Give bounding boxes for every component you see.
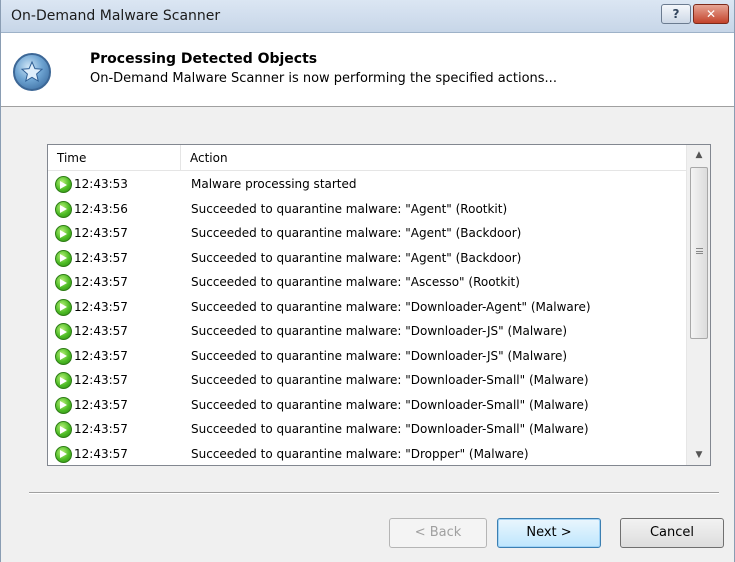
row-time: 12:43:57 xyxy=(74,226,128,240)
row-time: 12:43:56 xyxy=(74,201,128,216)
next-button[interactable]: Next > xyxy=(497,518,601,548)
green-arrow-icon xyxy=(55,396,72,414)
green-arrow-icon xyxy=(55,298,72,316)
column-header-action[interactable]: Action xyxy=(190,151,228,165)
list-item[interactable]: 12:43:57 Succeeded to quarantine malware:… xyxy=(48,296,686,321)
page-title: Processing Detected Objects xyxy=(90,51,318,67)
green-arrow-icon xyxy=(55,421,72,438)
row-action: Succeeded to quarantine malware: "Downlo… xyxy=(191,324,568,338)
window-title: On-Demand Malware Scanner xyxy=(11,8,221,24)
vertical-scrollbar[interactable]: ▲ ▼ xyxy=(686,145,710,465)
row-action: Succeeded to quarantine malware: "Downlo… xyxy=(191,373,589,387)
row-time: 12:43:57 xyxy=(74,324,128,338)
green-arrow-icon xyxy=(55,249,72,267)
green-arrow-icon xyxy=(55,200,72,218)
list-item[interactable]: 12:43:57 Succeeded to quarantine malware:… xyxy=(48,247,686,272)
row-time: 12:43:57 xyxy=(74,446,128,461)
list-header: Time Action xyxy=(48,145,686,171)
green-arrow-icon xyxy=(55,372,72,389)
column-header-time[interactable]: Time xyxy=(57,151,86,165)
list-item[interactable]: 12:43:57 Succeeded to quarantine malware:… xyxy=(48,320,686,345)
results-list[interactable]: Time Action 12:43:53 Malware processing s… xyxy=(47,144,711,466)
row-time: 12:43:53 xyxy=(74,177,128,191)
row-time: 12:43:57 xyxy=(74,299,128,314)
list-rows: 12:43:53 Malware processing started 12:43:… xyxy=(48,173,686,466)
list-item[interactable]: 12:43:57 Succeeded to quarantine malware:… xyxy=(48,345,686,370)
row-action: Succeeded to quarantine malware: "Ascess… xyxy=(191,275,520,289)
list-item[interactable]: 12:43:57 Succeeded to quarantine malware:… xyxy=(48,369,686,394)
page-subtitle: On-Demand Malware Scanner is now perform… xyxy=(90,71,557,86)
list-item[interactable]: 12:43:57 Succeeded to quarantine malware:… xyxy=(48,443,686,466)
green-arrow-icon xyxy=(55,274,72,291)
star-shield-icon xyxy=(13,53,51,91)
green-arrow-icon xyxy=(55,225,72,242)
list-item[interactable]: 12:43:53 Malware processing started xyxy=(48,173,686,198)
scroll-down-arrow-icon[interactable]: ▼ xyxy=(687,445,710,465)
help-button[interactable]: ? xyxy=(661,4,691,24)
row-action: Succeeded to quarantine malware: "Agent"… xyxy=(191,226,522,240)
row-action: Succeeded to quarantine malware: "Downlo… xyxy=(191,348,568,363)
cancel-button[interactable]: Cancel xyxy=(620,518,724,548)
wizard-body: Time Action 12:43:53 Malware processing s… xyxy=(1,108,734,562)
green-arrow-icon xyxy=(55,176,72,193)
row-action: Succeeded to quarantine malware: "Droppe… xyxy=(191,446,529,461)
wizard-header: Processing Detected Objects On-Demand Ma… xyxy=(1,33,734,107)
row-time: 12:43:57 xyxy=(74,397,128,412)
row-time: 12:43:57 xyxy=(74,275,128,289)
column-divider[interactable] xyxy=(180,145,181,171)
close-button[interactable]: ✕ xyxy=(693,4,729,24)
dialog-window: On-Demand Malware Scanner ? ✕ Processing… xyxy=(0,0,735,562)
row-time: 12:43:57 xyxy=(74,348,128,363)
row-time: 12:43:57 xyxy=(74,373,128,387)
scroll-up-arrow-icon[interactable]: ▲ xyxy=(687,145,710,165)
scrollbar-thumb[interactable] xyxy=(690,167,708,339)
list-item[interactable]: 12:43:57 Succeeded to quarantine malware:… xyxy=(48,394,686,419)
green-arrow-icon xyxy=(55,347,72,365)
list-item[interactable]: 12:43:56 Succeeded to quarantine malware:… xyxy=(48,198,686,223)
list-item[interactable]: 12:43:57 Succeeded to quarantine malware:… xyxy=(48,418,686,443)
title-bar[interactable]: On-Demand Malware Scanner ? ✕ xyxy=(1,0,734,33)
row-action: Succeeded to quarantine malware: "Downlo… xyxy=(191,397,589,412)
row-action: Succeeded to quarantine malware: "Agent"… xyxy=(191,250,522,265)
separator xyxy=(29,492,719,494)
row-time: 12:43:57 xyxy=(74,250,128,265)
back-button[interactable]: < Back xyxy=(389,518,487,548)
green-arrow-icon xyxy=(55,445,72,463)
green-arrow-icon xyxy=(55,323,72,340)
row-action: Succeeded to quarantine malware: "Downlo… xyxy=(191,422,589,436)
row-time: 12:43:57 xyxy=(74,422,128,436)
list-item[interactable]: 12:43:57 Succeeded to quarantine malware:… xyxy=(48,271,686,296)
grip-icon xyxy=(696,248,703,254)
row-action: Malware processing started xyxy=(191,177,357,191)
row-action: Succeeded to quarantine malware: "Agent"… xyxy=(191,201,508,216)
list-item[interactable]: 12:43:57 Succeeded to quarantine malware:… xyxy=(48,222,686,247)
row-action: Succeeded to quarantine malware: "Downlo… xyxy=(191,299,591,314)
